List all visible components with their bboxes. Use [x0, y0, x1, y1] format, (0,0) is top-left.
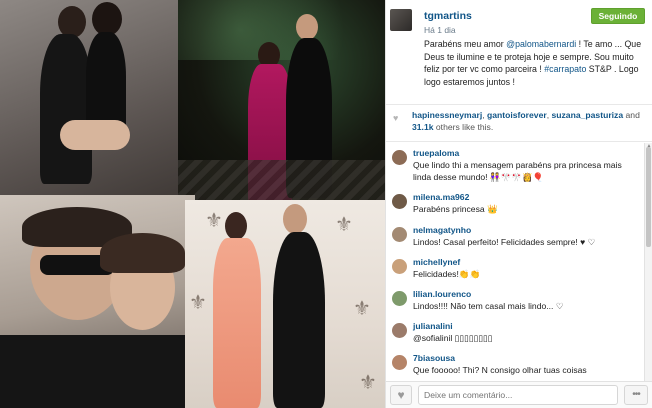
woman-head	[92, 2, 122, 36]
avatar[interactable]	[392, 150, 407, 165]
avatar[interactable]	[392, 227, 407, 242]
avatar[interactable]	[392, 259, 407, 274]
comment-text: Parabéns princesa 👑	[413, 204, 498, 214]
likes-count-link[interactable]: 31.1k	[412, 122, 434, 132]
fleur-de-lis-icon: ⚜	[359, 370, 377, 394]
caption-text: Parabéns meu amor	[424, 39, 507, 49]
like-button[interactable]: ♥	[390, 385, 412, 405]
comment-username[interactable]: lilian.lourenco	[413, 289, 471, 299]
avatar[interactable]	[392, 355, 407, 370]
scroll-thumb[interactable]	[646, 147, 651, 247]
fleur-de-lis-icon: ⚜	[205, 208, 223, 232]
comment-item: lilian.lourenco Lindos!!!! Não tem casal…	[386, 289, 644, 317]
more-options-button[interactable]: •••	[624, 385, 648, 405]
comment-item: truepaloma Que lindo thi a mensagem para…	[386, 148, 644, 186]
comment-text: Lindos!!!! Não tem casal mais lindo... ♡	[413, 301, 564, 311]
comments-scrollbar[interactable]: ▲	[644, 143, 652, 381]
comment-username[interactable]: michellynef	[413, 257, 460, 267]
comment-text: Felicidades!👏👏	[413, 269, 481, 279]
photo-panel-embrace	[0, 0, 180, 210]
liker-link[interactable]: suzana_pasturiza	[551, 110, 623, 120]
man-head	[296, 14, 318, 40]
photo-panel-night	[178, 0, 385, 210]
post-photo[interactable]: ⚜ ⚜ ⚜ ⚜ ⚜	[0, 0, 385, 408]
comment-item: michellynef Felicidades!👏👏	[386, 257, 644, 285]
likes-summary: ♥ hapinessneymarj, gantoisforever, suzan…	[386, 104, 652, 142]
post-username[interactable]: tgmartins	[424, 10, 472, 22]
comment-username[interactable]: julianalini	[413, 321, 453, 331]
comment-item: milena.ma962 Parabéns princesa 👑	[386, 192, 644, 220]
trees-light	[178, 0, 385, 60]
comment-text: Lindos! Casal perfeito! Felicidades semp…	[413, 237, 596, 247]
likes-rest-text: others like this.	[433, 121, 494, 132]
likes-and-text: and	[623, 110, 640, 120]
photo-panel-selfie	[0, 195, 195, 408]
comment-username[interactable]: nelmagatynho	[413, 225, 471, 235]
post-header: tgmartins Há 1 dia Seguindo Parabéns meu…	[386, 0, 652, 104]
woman-head	[225, 212, 247, 240]
avatar[interactable]	[392, 323, 407, 338]
avatar[interactable]	[390, 9, 412, 31]
comment-text: @sofialinil ▯▯▯▯▯▯▯▯	[413, 333, 493, 343]
man-head	[283, 204, 307, 234]
woman-legs	[60, 120, 130, 150]
liker-link[interactable]: hapinessneymarj	[412, 110, 482, 120]
comment-item: 7biasousa Que fooooo! Thi? N consigo olh…	[386, 353, 644, 381]
photo-panel-event: ⚜ ⚜ ⚜ ⚜ ⚜	[185, 200, 385, 408]
comment-text: Que fooooo! Thi? N consigo olhar tuas co…	[413, 365, 587, 375]
fleur-de-lis-icon: ⚜	[189, 290, 207, 314]
fleur-de-lis-icon: ⚜	[335, 212, 353, 236]
liker-link[interactable]: gantoisforever	[487, 110, 547, 120]
caption-mention-link[interactable]: @palomabernardi	[506, 39, 576, 49]
caption-hashtag-link[interactable]: #carrapato	[544, 64, 586, 74]
man-suit	[40, 34, 92, 184]
post-caption: Parabéns meu amor @palomabernardi ! Te a…	[424, 38, 646, 88]
comment-text: Que lindo thi a mensagem parabéns pra pr…	[413, 160, 622, 182]
coral-gown	[213, 238, 261, 408]
comment-username[interactable]: truepaloma	[413, 148, 459, 158]
following-button[interactable]: Seguindo	[591, 8, 645, 24]
woman-hair	[100, 233, 185, 273]
comment-input[interactable]	[418, 385, 618, 405]
comment-item: julianalini @sofialinil ▯▯▯▯▯▯▯▯	[386, 321, 644, 349]
man-suit	[273, 232, 325, 408]
comment-list: truepaloma Que lindo thi a mensagem para…	[386, 143, 644, 381]
avatar[interactable]	[392, 291, 407, 306]
comment-item: nelmagatynho Lindos! Casal perfeito! Fel…	[386, 225, 644, 253]
fleur-de-lis-icon: ⚜	[353, 296, 371, 320]
post-timestamp[interactable]: Há 1 dia	[424, 25, 456, 35]
heart-icon: ♥	[393, 113, 399, 123]
avatar[interactable]	[392, 194, 407, 209]
post-sidebar: tgmartins Há 1 dia Seguindo Parabéns meu…	[385, 0, 652, 408]
heart-icon: ♥	[397, 388, 405, 402]
dark-clothes	[0, 335, 195, 408]
comment-username[interactable]: 7biasousa	[413, 353, 455, 363]
comment-username[interactable]: milena.ma962	[413, 192, 469, 202]
post-footer: ♥ •••	[386, 381, 652, 408]
